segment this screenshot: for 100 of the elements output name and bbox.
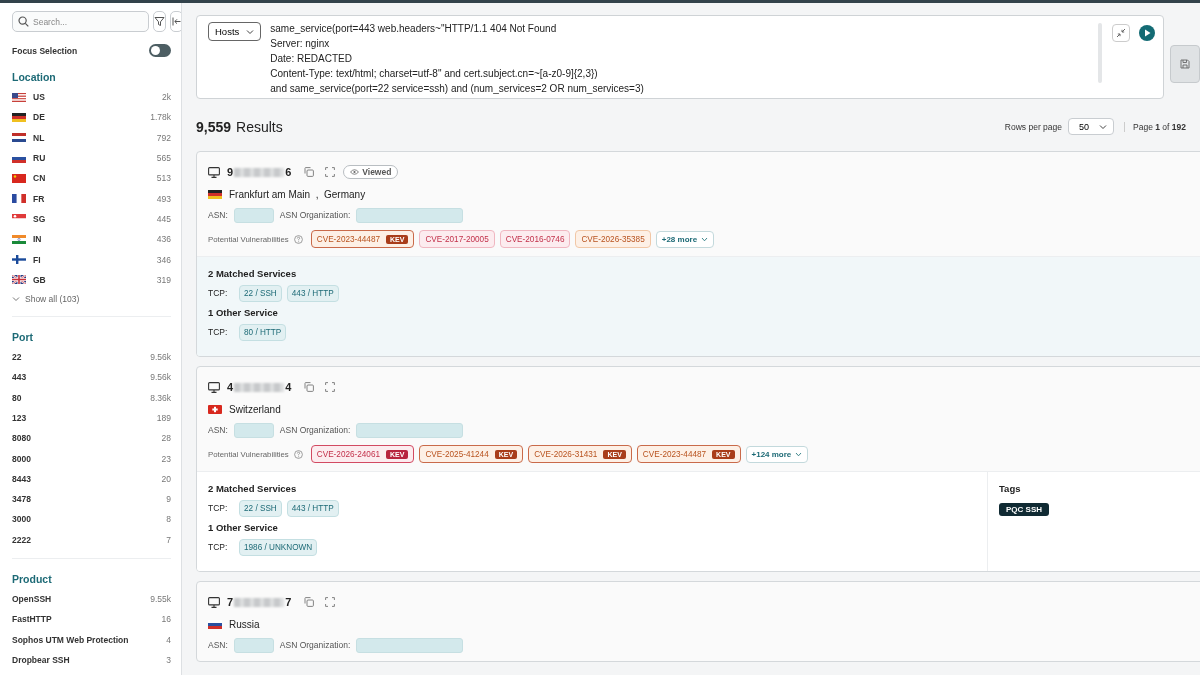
collapse-sidebar-button[interactable]	[170, 11, 181, 32]
service-tag[interactable]: 22 / SSH	[239, 499, 282, 517]
tags-heading: Tags	[999, 483, 1022, 494]
facet-item[interactable]: 8080 28	[12, 428, 171, 449]
query-editor[interactable]	[196, 15, 1165, 99]
flag-icon	[208, 189, 222, 199]
flag-icon	[12, 112, 26, 122]
flag-icon	[12, 173, 26, 183]
location-text: Russia	[229, 618, 260, 630]
rows-per-page-label: Rows per page	[1004, 121, 1063, 132]
asn-organization-label: ASN Organization:	[279, 210, 351, 220]
vulnerability-tag[interactable]: CVE-2017-20005	[419, 230, 495, 248]
services-heading: 1 Other Service	[208, 522, 279, 533]
flag-icon	[12, 92, 26, 102]
asn-label: ASN:	[208, 640, 228, 650]
chevron-down-icon	[701, 236, 709, 242]
page-indicator: Page 1 of 192	[1124, 121, 1186, 132]
vulnerability-tag[interactable]: CVE-2026-35385	[575, 230, 651, 248]
service-tag[interactable]: 80 / HTTP	[239, 323, 287, 341]
show-all-link[interactable]: Show all (103)	[12, 289, 171, 308]
filter-button[interactable]	[153, 11, 166, 32]
host-address-start[interactable]: 4	[227, 381, 234, 393]
facet-item[interactable]: 3000 8	[12, 509, 171, 530]
services-heading: 1 Other Service	[208, 307, 279, 318]
asn-label: ASN:	[208, 210, 228, 220]
facet-heading: Port	[12, 330, 34, 343]
chevron-down-icon	[1099, 123, 1108, 130]
service-tag[interactable]: 1986 / UNKNOWN	[239, 538, 318, 556]
asn-organization-label: ASN Organization:	[279, 425, 351, 435]
rows-per-page-dropdown[interactable]: 50	[1068, 118, 1115, 135]
chevron-down-icon	[795, 451, 803, 457]
viewed-badge: Viewed	[343, 165, 399, 179]
scrollbar	[1098, 23, 1103, 83]
minimize-icon	[1116, 28, 1127, 38]
eye-icon	[350, 169, 360, 175]
redacted-value	[233, 637, 274, 653]
redacted-text	[234, 382, 285, 392]
flag-icon	[12, 194, 26, 204]
vulnerability-tag[interactable]: CVE-2016-0746	[499, 230, 571, 248]
focus-selection-toggle[interactable]	[149, 44, 171, 57]
facet-item[interactable]: FastHTTP 16	[12, 609, 171, 630]
host-address-end[interactable]: 4	[285, 381, 292, 393]
facet-item[interactable]: 80 8.36k	[12, 387, 171, 408]
facet-item[interactable]: 22 9.56k	[12, 346, 171, 368]
host-address-end[interactable]: 6	[285, 166, 292, 178]
host-address-start[interactable]: 7	[227, 596, 234, 608]
asn-label: ASN:	[208, 425, 228, 435]
facet-item[interactable]: 8000 23	[12, 448, 171, 469]
protocol-label: TCP:	[208, 327, 229, 337]
target-dropdown[interactable]: Hosts	[208, 22, 262, 41]
facet-item[interactable]: 2222 7	[12, 529, 171, 550]
flag-icon	[12, 234, 26, 244]
facet-item[interactable]: GB 319	[12, 269, 171, 290]
redacted-value	[233, 422, 274, 438]
facet-item[interactable]: SG 445	[12, 208, 171, 230]
collapse-icon	[171, 16, 181, 27]
facet-item[interactable]: FR 493	[12, 188, 171, 209]
monitor-icon	[208, 381, 220, 393]
copy-icon	[304, 382, 315, 392]
location-text: Switzerland	[229, 403, 281, 415]
tag[interactable]: PQC SSH	[999, 503, 1049, 516]
focus-selection-label: Focus Selection	[12, 45, 78, 56]
facet-item[interactable]: FI 346	[12, 249, 171, 270]
service-tag[interactable]: 443 / HTTP	[286, 499, 339, 517]
filter-icon	[154, 16, 165, 27]
copy-icon	[304, 167, 315, 177]
facet-item[interactable]: NL 792	[12, 127, 171, 148]
query-text: same_service(port=443 web.headers~"HTTP/1.1 404 Not Found Server: nginx Date: REDACTED Content-Type: text/html; charset=utf-8" and cert.subject.cn=~[a-z0-9]{2,3}) and same_service(port=22 service=ssh) and (num_services=2 OR num_services=3)	[270, 22, 645, 96]
more-vulnerabilities-button[interactable]: +124 more	[745, 445, 809, 463]
search-field[interactable]: Search...	[12, 11, 149, 32]
run-query-icon	[1139, 25, 1156, 41]
facet-item[interactable]: CN 513	[12, 168, 171, 189]
facet-item[interactable]: DE 1.78k	[12, 107, 171, 128]
redacted-text	[234, 167, 285, 177]
expand-icon	[325, 597, 336, 607]
flag-icon	[12, 133, 26, 143]
redacted-value	[233, 207, 274, 223]
facet-item[interactable]: 123 189	[12, 407, 171, 429]
protocol-label: TCP:	[208, 288, 229, 298]
facet-item[interactable]: Dropbear SSH 3	[12, 649, 171, 671]
facet-item[interactable]: 3478 9	[12, 489, 171, 510]
copy-icon	[304, 597, 315, 607]
facet-item[interactable]: 8443 20	[12, 468, 171, 490]
host-address-start[interactable]: 9	[227, 166, 234, 178]
facet-heading: Product	[12, 572, 53, 585]
expand-icon	[325, 382, 336, 392]
facet-item[interactable]: OpenSSH 9.55k	[12, 588, 171, 610]
service-tag[interactable]: 443 / HTTP	[286, 284, 339, 302]
facet-item[interactable]: RU 565	[12, 147, 171, 169]
service-tag[interactable]: 22 / SSH	[239, 284, 282, 302]
more-vulnerabilities-button[interactable]: +28 more	[655, 230, 715, 248]
monitor-icon	[208, 596, 220, 608]
facet-item[interactable]: IN 436	[12, 229, 171, 250]
help-icon	[293, 234, 303, 244]
results-count: 9,559	[196, 118, 232, 135]
protocol-label: TCP:	[208, 542, 229, 552]
facet-item[interactable]: US 2k	[12, 87, 171, 108]
host-address-end[interactable]: 7	[285, 596, 292, 608]
facet-item[interactable]: Sophos UTM Web Protection 4	[12, 629, 171, 650]
facet-item[interactable]: 443 9.56k	[12, 367, 171, 388]
